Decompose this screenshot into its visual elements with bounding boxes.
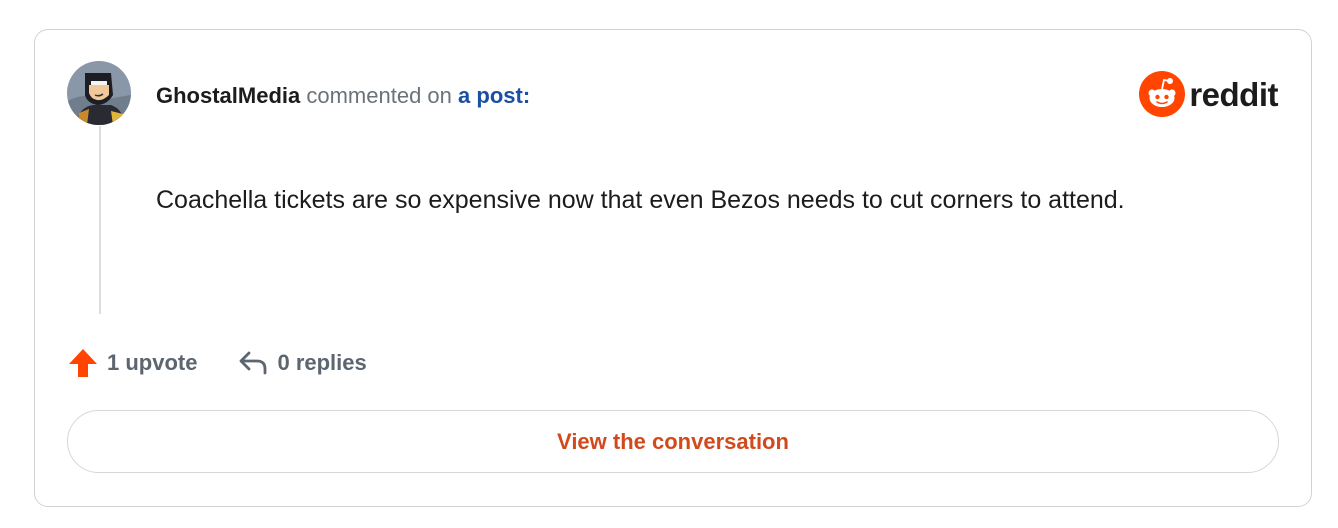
thread-line (99, 126, 101, 314)
user-avatar-icon (67, 61, 131, 125)
view-conversation-button[interactable]: View the conversation (67, 410, 1279, 473)
upvote-count[interactable]: 1 upvote (67, 347, 197, 379)
upvote-label: 1 upvote (107, 350, 198, 375)
reddit-snoo-icon (1139, 71, 1186, 117)
upvote-arrow-icon (69, 349, 97, 377)
reddit-logo[interactable]: reddit (1139, 71, 1278, 117)
post-link[interactable]: a post: (458, 83, 530, 108)
reddit-wordmark: reddit (1189, 75, 1278, 113)
reddit-comment-card: GhostalMedia commented on a post: reddit… (34, 29, 1312, 507)
reply-label: 0 replies (277, 350, 367, 375)
comment-author[interactable]: GhostalMedia (156, 83, 300, 108)
comment-action-text: commented on (306, 83, 452, 108)
comment-stats: 1 upvote 0 replies (67, 346, 367, 380)
reply-count[interactable]: 0 replies (237, 347, 367, 379)
comment-header: GhostalMedia commented on a post: (156, 82, 530, 110)
comment-body: Coachella tickets are so expensive now t… (156, 186, 1125, 214)
user-avatar[interactable] (67, 61, 131, 125)
reply-arrow-icon (240, 351, 267, 375)
